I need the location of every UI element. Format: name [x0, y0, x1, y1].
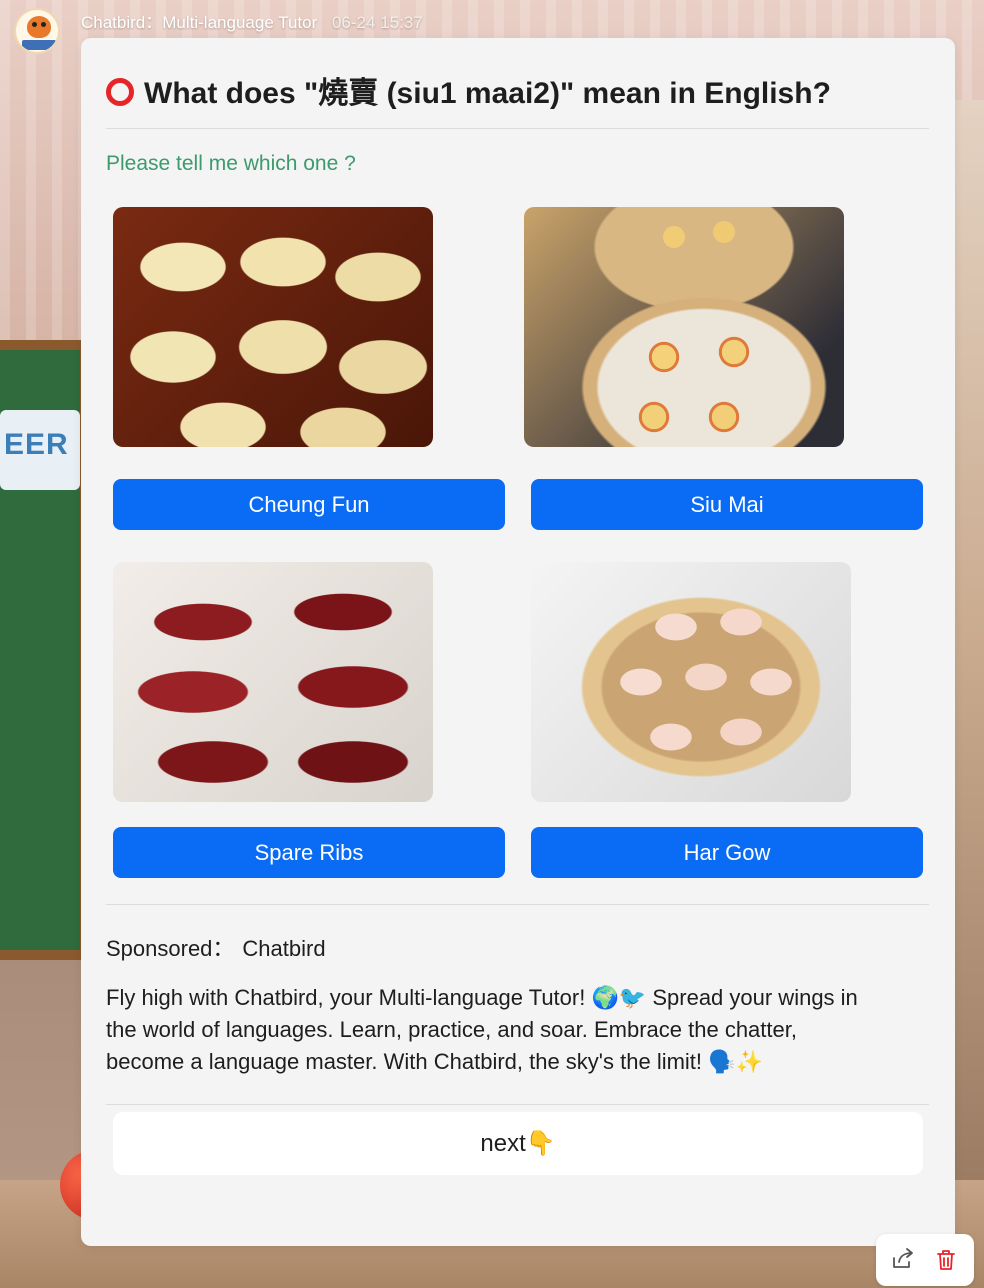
ad-text-line: Fly high with Chatbird, your Multi-langu… [106, 985, 858, 1010]
ad-text-line: the world of languages. Learn, practice,… [106, 1017, 797, 1042]
share-icon[interactable] [888, 1246, 916, 1274]
next-button[interactable]: next👇 [113, 1112, 923, 1175]
spare-ribs-photo [113, 562, 433, 802]
message-timestamp: 06-24 15:37 [331, 13, 423, 32]
red-circle-icon [106, 78, 134, 106]
divider [106, 904, 929, 905]
sponsor-name: Chatbird [242, 936, 326, 961]
message-action-bar [876, 1234, 974, 1286]
question-prompt: Please tell me which one ? [106, 152, 356, 175]
message-header: Chatbird：Multi-language Tutor 06-24 15:3… [81, 8, 423, 32]
cheung-fun-photo [113, 207, 433, 447]
logo-banner [22, 40, 56, 50]
trash-icon[interactable] [932, 1246, 960, 1274]
background-sign: EER [0, 410, 80, 490]
choice-button-spare-ribs[interactable]: Spare Ribs [113, 827, 505, 878]
sponsor-row: Sponsored： Chatbird [106, 931, 326, 963]
quiz-card: What does "燒賣 (siu1 maai2)" mean in Engl… [81, 38, 955, 1246]
choice-button-har-gow[interactable]: Har Gow [531, 827, 923, 878]
choice-button-siu-mai[interactable]: Siu Mai [531, 479, 923, 530]
sponsor-ad-text: Fly high with Chatbird, your Multi-langu… [106, 982, 936, 1078]
chatbird-avatar[interactable] [14, 8, 60, 54]
siu-mai-photo [524, 207, 844, 447]
sponsor-label: Sponsored： [106, 936, 235, 961]
chat-title: Chatbird：Multi-language Tutor [81, 13, 318, 32]
question-text: What does "燒賣 (siu1 maai2)" mean in Engl… [144, 77, 831, 110]
divider [106, 1104, 929, 1105]
choice-button-cheung-fun[interactable]: Cheung Fun [113, 479, 505, 530]
bird-logo-icon [27, 16, 51, 38]
background-shelf [950, 100, 984, 1200]
har-gow-photo [531, 562, 851, 802]
divider [106, 128, 929, 129]
ad-text-line: become a language master. With Chatbird,… [106, 1049, 763, 1074]
question-title: What does "燒賣 (siu1 maai2)" mean in Engl… [106, 68, 936, 112]
